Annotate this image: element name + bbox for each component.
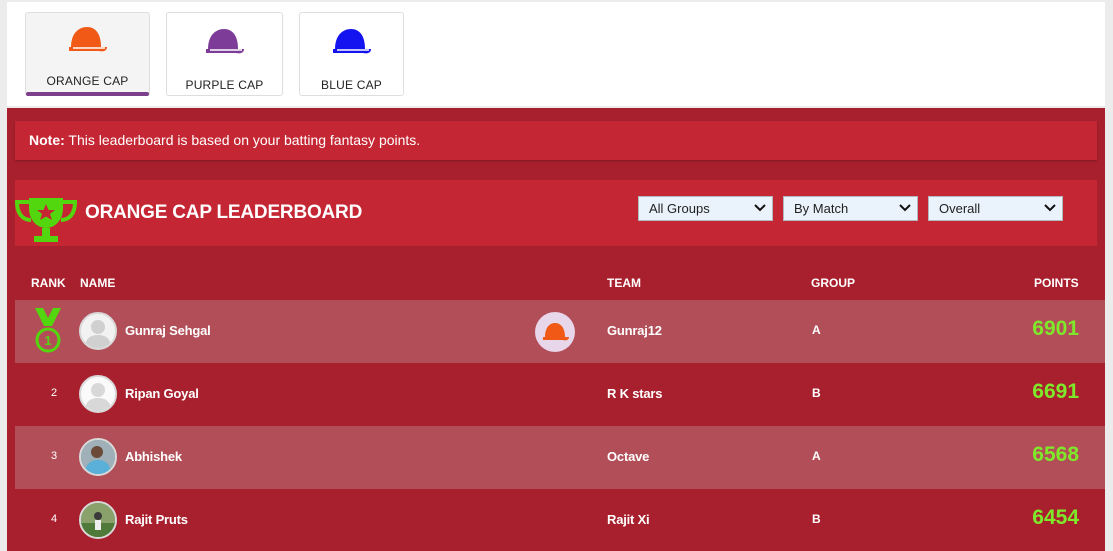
table-row: 2 Ripan Goyal R K stars B 6691 (15, 363, 1105, 426)
leaderboard-title: ORANGE CAP LEADERBOARD (85, 202, 363, 223)
avatar (79, 375, 117, 413)
group-filter-select[interactable]: All Groups (638, 196, 773, 221)
rank-value: 2 (50, 387, 58, 399)
group-value: B (812, 512, 821, 526)
cap-label: PURPLE CAP (185, 78, 264, 92)
table-row: 3 Abhishek Octave A 6568 (15, 426, 1105, 489)
avatar (79, 501, 117, 539)
blue-cap-icon (332, 29, 371, 54)
group-filter-value: All Groups (649, 201, 710, 216)
group-value: A (812, 449, 821, 463)
team-name: R K stars (607, 386, 663, 401)
period-filter-value: Overall (939, 201, 981, 216)
note-text: This leaderboard is based on your battin… (64, 132, 421, 148)
leaderboard-header: ORANGE CAP LEADERBOARD All Groups By Mat… (15, 180, 1097, 246)
chevron-down-icon (754, 204, 766, 212)
mode-filter-value: By Match (794, 201, 849, 216)
rank-value: 4 (50, 513, 58, 525)
team-name: Gunraj12 (607, 323, 662, 338)
period-filter-select[interactable]: Overall (928, 196, 1063, 221)
player-name: Ripan Goyal (125, 386, 199, 401)
user-placeholder-icon (85, 383, 111, 411)
points-value: 6691 (1032, 380, 1079, 403)
team-name: Rajit Xi (607, 512, 650, 527)
leaderboard-panel: Note: This leaderboard is based on your … (7, 108, 1105, 551)
cap-label: BLUE CAP (321, 78, 382, 92)
avatar (79, 312, 117, 350)
cap-selector-bar: ORANGE CAP PURPLE CAP BLUE CAP (7, 2, 1105, 106)
tab-orange-cap[interactable]: ORANGE CAP (25, 12, 150, 96)
chevron-down-icon (899, 204, 911, 212)
purple-cap-icon (205, 29, 244, 54)
points-value: 6568 (1032, 443, 1079, 466)
rank-value: 3 (50, 450, 58, 462)
orange-cap-icon (543, 323, 569, 341)
cap-label: ORANGE CAP (46, 74, 129, 88)
column-header-name: NAME (80, 276, 116, 290)
avatar (79, 438, 117, 476)
player-name: Abhishek (125, 449, 182, 464)
group-value: A (812, 323, 821, 337)
active-tab-indicator (26, 92, 149, 96)
table-row: 1 Gunraj Sehgal Gunraj12 A 6901 (15, 300, 1105, 363)
orange-cap-icon (68, 27, 107, 52)
note-banner: Note: This leaderboard is based on your … (15, 121, 1097, 160)
chevron-down-icon (1044, 204, 1056, 212)
user-photo-icon (81, 503, 115, 537)
points-value: 6901 (1032, 317, 1079, 340)
tab-purple-cap[interactable]: PURPLE CAP (166, 12, 283, 96)
column-header-points: POINTS (1034, 276, 1079, 290)
column-header-team: TEAM (607, 276, 641, 290)
player-name: Gunraj Sehgal (125, 323, 211, 338)
column-header-group: GROUP (811, 276, 856, 290)
svg-text:1: 1 (44, 333, 51, 348)
gold-medal-icon: 1 (35, 308, 61, 353)
orange-cap-badge (535, 312, 575, 352)
group-value: B (812, 386, 821, 400)
column-header-rank: RANK (31, 276, 66, 290)
trophy-icon (15, 198, 77, 242)
team-name: Octave (607, 449, 650, 464)
note-label: Note: (29, 132, 65, 148)
points-value: 6454 (1032, 506, 1079, 529)
tab-blue-cap[interactable]: BLUE CAP (299, 12, 404, 96)
player-name: Rajit Pruts (125, 512, 188, 527)
user-photo-icon (81, 440, 115, 474)
user-placeholder-icon (85, 320, 111, 348)
table-row: 4 Rajit Pruts Rajit Xi B 6454 (15, 489, 1105, 551)
mode-filter-select[interactable]: By Match (783, 196, 918, 221)
